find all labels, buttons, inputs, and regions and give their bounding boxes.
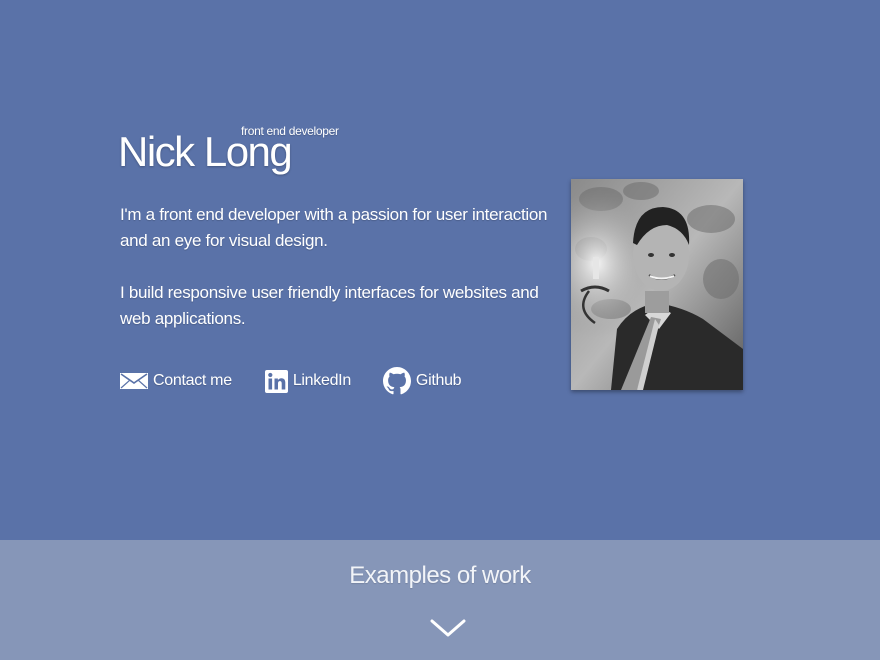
social-links: Contact me LinkedIn Github [120, 366, 462, 396]
linkedin-link-label: LinkedIn [292, 372, 351, 389]
intro: Nick Long front end developer I'm a fron… [118, 124, 560, 358]
bio-paragraph: I'm a front end developer with a passion… [120, 205, 548, 250]
contact-link[interactable]: Contact me [120, 372, 232, 390]
github-icon [382, 367, 411, 395]
chevron-down-icon[interactable] [430, 618, 466, 638]
portrait-illustration [571, 179, 743, 390]
name-header: Nick Long front end developer [118, 124, 560, 180]
page: Nick Long front end developer I'm a fron… [0, 0, 880, 660]
linkedin-icon [264, 369, 288, 393]
github-link[interactable]: Github [382, 367, 462, 395]
bio: I'm a front end developer with a passion… [120, 202, 560, 332]
envelope-icon [120, 373, 148, 389]
contact-link-label: Contact me [153, 372, 232, 389]
bio-paragraph: I build responsive user friendly interfa… [120, 283, 539, 328]
role-subtitle: front end developer [241, 124, 339, 138]
portrait-photo [571, 179, 743, 390]
linkedin-link[interactable]: LinkedIn [264, 369, 351, 393]
footer-bar [0, 540, 880, 660]
examples-of-work-heading: Examples of work [349, 562, 531, 589]
github-link-label: Github [415, 372, 462, 389]
